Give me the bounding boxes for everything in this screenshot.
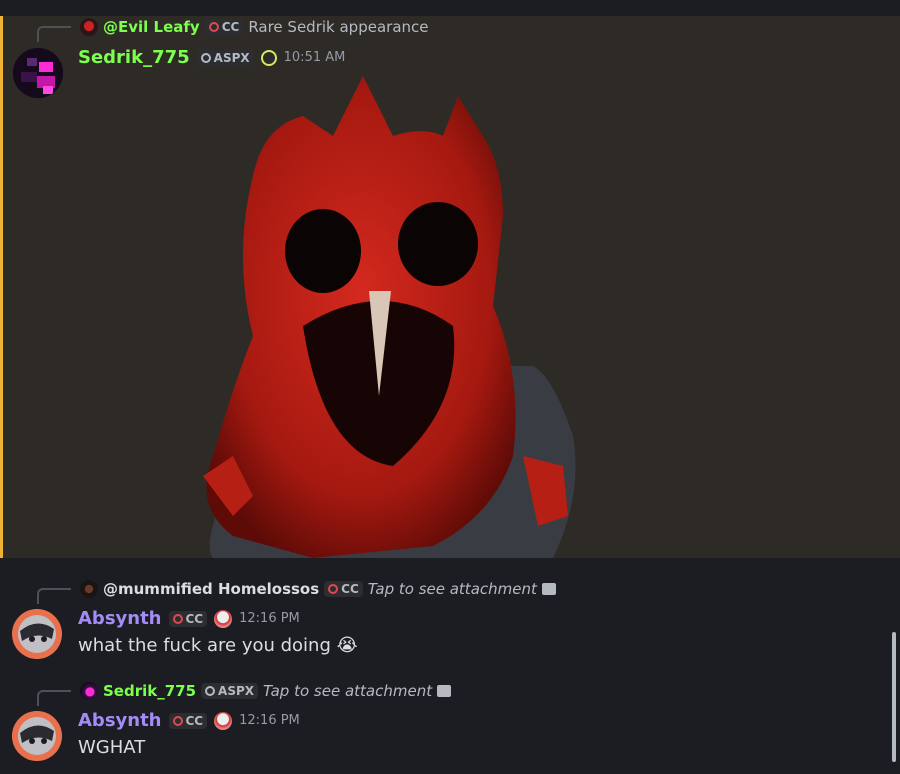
role-icon [214, 711, 233, 730]
tag-label: ASPX [218, 684, 255, 698]
message-header: Sedrik_775 ASPX 10:51 AM [78, 47, 345, 68]
reply-avatar [80, 682, 98, 700]
reply-preview[interactable]: @Evil Leafy CC Rare Sedrik appearance [80, 18, 429, 36]
server-tag[interactable]: ASPX [196, 49, 254, 66]
reply-author[interactable]: @Evil Leafy [103, 18, 200, 36]
reply-author[interactable]: Sedrik_775 [103, 682, 196, 700]
top-bar [0, 0, 900, 16]
role-icon [214, 609, 233, 628]
username[interactable]: Absynth [78, 710, 162, 731]
server-tag[interactable]: ASPX [201, 683, 259, 699]
reply-connector [37, 588, 71, 604]
tag-label: ASPX [213, 50, 250, 65]
tag-icon [172, 613, 183, 624]
reply-text: Tap to see attachment [367, 580, 537, 598]
image-attachment[interactable] [193, 76, 593, 558]
tag-label: CC [185, 713, 204, 728]
reply-connector [37, 690, 71, 706]
timestamp: 12:16 PM [239, 713, 300, 728]
reply-text: Rare Sedrik appearance [248, 18, 429, 36]
reply-avatar [80, 18, 98, 36]
attachment-image [203, 76, 576, 558]
avatar-art [12, 711, 62, 761]
tag-label: CC [185, 611, 204, 626]
timestamp: 10:51 AM [283, 50, 346, 65]
reply-author[interactable]: @mummified Homelossos [103, 580, 319, 598]
tag-label: CC [341, 582, 359, 596]
scrollbar[interactable] [892, 632, 896, 762]
server-tag[interactable]: CC [324, 581, 363, 597]
message-header: Absynth CC 12:16 PM [78, 710, 300, 731]
tag-icon [208, 22, 219, 32]
message-content: what the fuck are you doing [78, 635, 331, 656]
tag-icon [328, 584, 339, 594]
server-tag[interactable]: CC [168, 610, 208, 627]
avatar[interactable] [13, 48, 63, 98]
server-tag[interactable]: CC [168, 712, 208, 729]
tag-icon [200, 52, 211, 63]
message-header: Absynth CC 12:16 PM [78, 608, 300, 629]
avatar-art [12, 609, 62, 659]
server-tag[interactable]: CC [204, 19, 244, 35]
username[interactable]: Sedrik_775 [78, 47, 190, 68]
tag-label: CC [221, 20, 240, 34]
avatar[interactable] [12, 711, 62, 761]
reply-text: Tap to see attachment [263, 682, 433, 700]
timestamp: 12:16 PM [239, 611, 300, 626]
image-icon [437, 685, 452, 697]
avatar-art [13, 48, 63, 98]
reply-preview[interactable]: @mummified Homelossos CC Tap to see atta… [80, 580, 556, 598]
reply-avatar [80, 580, 98, 598]
username[interactable]: Absynth [78, 608, 162, 629]
reply-connector [37, 26, 71, 42]
crying-emoji: 😭 [336, 635, 358, 656]
image-icon [541, 583, 556, 595]
message-text: what the fuck are you doing 😭 [78, 635, 358, 656]
avatar[interactable] [12, 609, 62, 659]
message-text: WGHAT [78, 737, 146, 758]
mention-highlight-bar [0, 16, 3, 558]
reply-preview[interactable]: Sedrik_775 ASPX Tap to see attachment [80, 682, 452, 700]
role-icon [260, 49, 277, 66]
tag-icon [205, 686, 216, 696]
tag-icon [172, 715, 183, 726]
